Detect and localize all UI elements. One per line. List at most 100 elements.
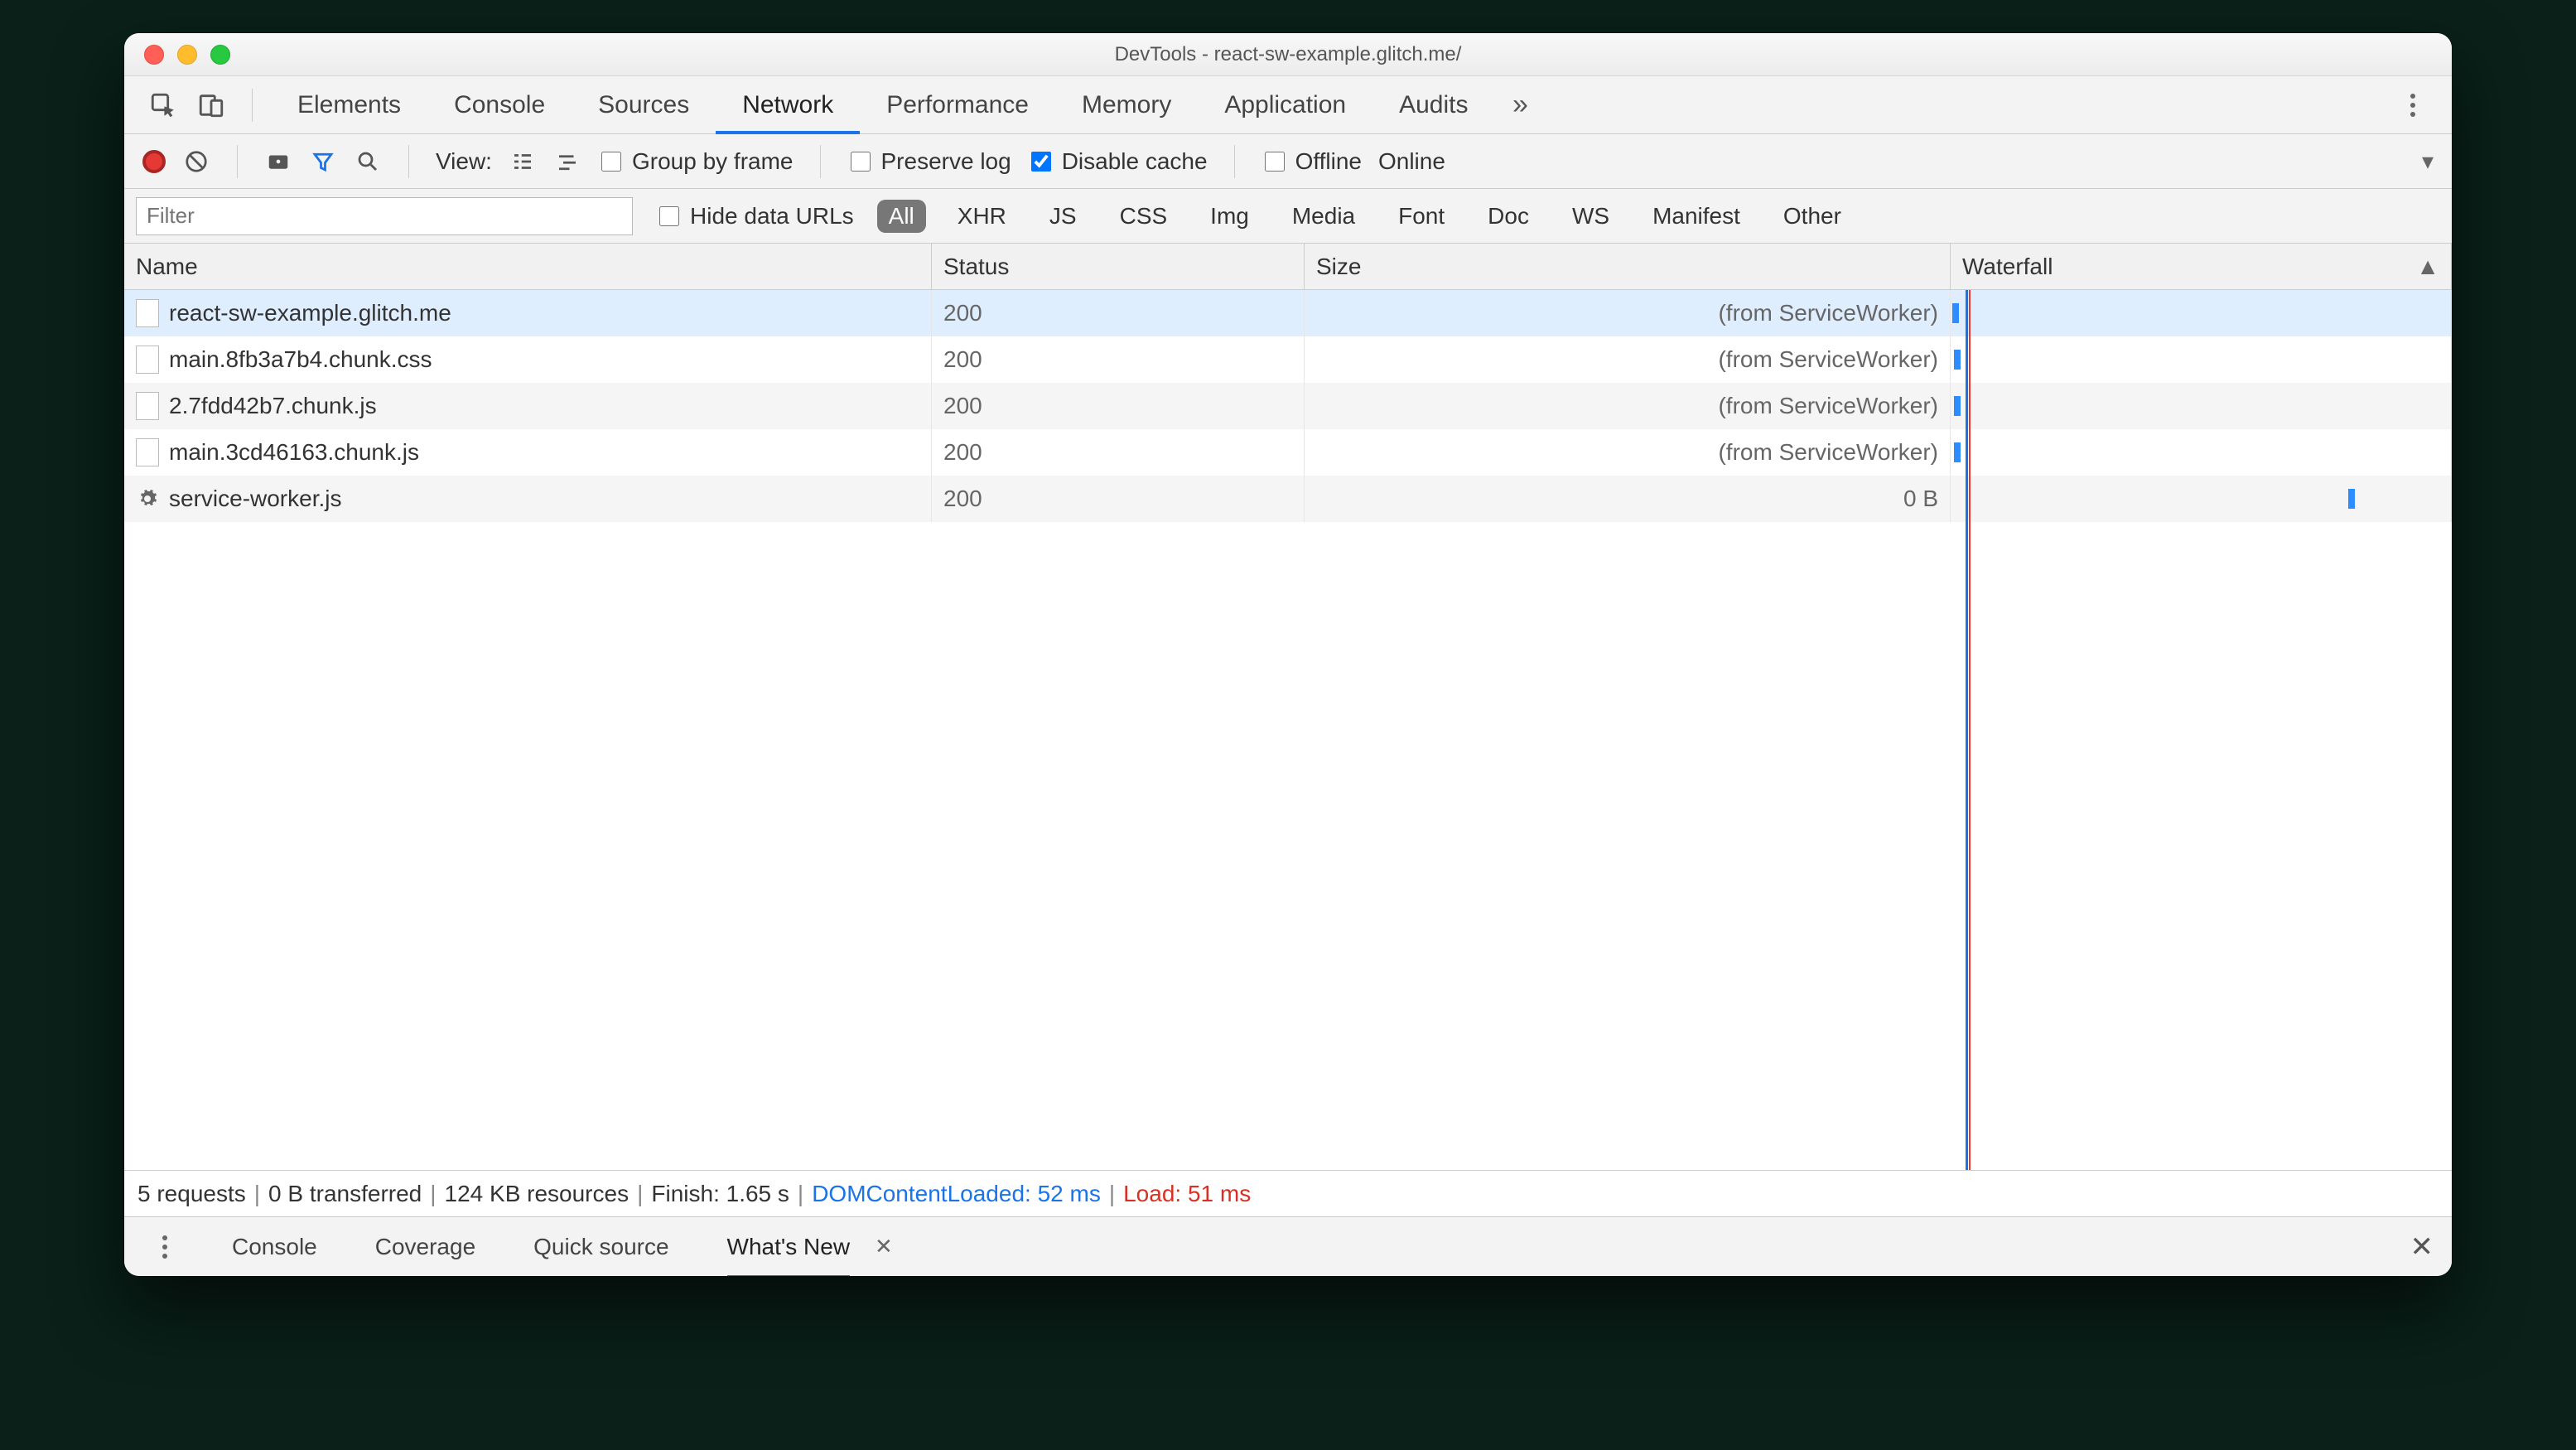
titlebar: DevTools - react-sw-example.glitch.me/ xyxy=(124,33,2452,76)
filter-type-css[interactable]: CSS xyxy=(1108,200,1179,233)
drawer-close-icon[interactable]: ✕ xyxy=(2410,1230,2434,1264)
tab-memory[interactable]: Memory xyxy=(1055,76,1198,134)
tab-performance[interactable]: Performance xyxy=(860,76,1055,134)
summary-bar: 5 requests| 0 B transferred| 124 KB reso… xyxy=(124,1170,2452,1216)
overview-icon[interactable] xyxy=(553,147,581,176)
col-status[interactable]: Status xyxy=(932,244,1305,289)
filter-type-font[interactable]: Font xyxy=(1387,200,1456,233)
tab-network[interactable]: Network xyxy=(716,76,860,134)
filter-type-other[interactable]: Other xyxy=(1772,200,1853,233)
main-tabstrip: ElementsConsoleSourcesNetworkPerformance… xyxy=(124,76,2452,134)
table-row[interactable]: service-worker.js 2000 B xyxy=(124,476,2452,522)
document-icon xyxy=(136,299,159,327)
tab-sources[interactable]: Sources xyxy=(572,76,716,134)
network-toolbar: View: Group by frame Preserve log Disabl… xyxy=(124,134,2452,189)
preserve-log-label: Preserve log xyxy=(881,148,1011,175)
offline-label: Offline xyxy=(1295,148,1362,175)
drawer-tab-quick-source[interactable]: Quick source xyxy=(533,1234,668,1260)
tab-elements[interactable]: Elements xyxy=(271,76,427,134)
sort-asc-icon: ▲ xyxy=(2416,254,2439,280)
summary-load: Load: 51 ms xyxy=(1123,1181,1251,1207)
drawer-tab-what-s-new[interactable]: What's New xyxy=(727,1234,851,1277)
filter-type-img[interactable]: Img xyxy=(1199,200,1261,233)
preserve-log-checkbox[interactable]: Preserve log xyxy=(847,148,1011,175)
table-row[interactable]: react-sw-example.glitch.me200(from Servi… xyxy=(124,290,2452,336)
request-waterfall xyxy=(1951,476,2452,522)
filter-type-manifest[interactable]: Manifest xyxy=(1641,200,1752,233)
document-icon xyxy=(136,346,159,374)
col-name[interactable]: Name xyxy=(124,244,932,289)
col-waterfall[interactable]: Waterfall▲ xyxy=(1951,244,2452,289)
large-rows-icon[interactable] xyxy=(509,147,537,176)
table-row[interactable]: 2.7fdd42b7.chunk.js 200(from ServiceWorke… xyxy=(124,383,2452,429)
close-tab-icon[interactable]: ✕ xyxy=(875,1234,893,1259)
request-table: react-sw-example.glitch.me200(from Servi… xyxy=(124,290,2452,1170)
summary-transferred: 0 B transferred xyxy=(268,1181,422,1207)
group-by-frame-label: Group by frame xyxy=(632,148,794,175)
tab-audits[interactable]: Audits xyxy=(1372,76,1494,134)
record-button[interactable] xyxy=(142,150,166,173)
gear-icon xyxy=(136,487,159,510)
drawer-tab-console[interactable]: Console xyxy=(232,1234,317,1260)
drawer-tab-coverage[interactable]: Coverage xyxy=(375,1234,475,1260)
disable-cache-checkbox[interactable]: Disable cache xyxy=(1028,148,1208,175)
filter-type-ws[interactable]: WS xyxy=(1561,200,1621,233)
document-icon xyxy=(136,438,159,466)
more-tabs-icon[interactable]: » xyxy=(1498,83,1542,128)
offline-checkbox[interactable]: Offline xyxy=(1261,148,1362,175)
online-label[interactable]: Online xyxy=(1378,148,1445,175)
filter-input[interactable] xyxy=(136,197,633,235)
col-size[interactable]: Size xyxy=(1305,244,1951,289)
drawer-tabstrip: Console Coverage Quick source What's New ✕ ✕ xyxy=(124,1216,2452,1276)
device-toolbar-icon[interactable] xyxy=(189,83,234,128)
filter-type-all[interactable]: All xyxy=(877,200,926,233)
table-row[interactable]: main.3cd46163.chunk.js 200(from ServiceWo… xyxy=(124,429,2452,476)
tab-console[interactable]: Console xyxy=(427,76,572,134)
document-icon xyxy=(136,392,159,420)
filter-type-xhr[interactable]: XHR xyxy=(946,200,1018,233)
window-title: DevTools - react-sw-example.glitch.me/ xyxy=(124,43,2452,66)
request-waterfall xyxy=(1951,336,2452,383)
request-size: (from ServiceWorker) xyxy=(1305,336,1951,383)
request-name: main.8fb3a7b4.chunk.css xyxy=(169,346,432,373)
clear-icon[interactable] xyxy=(182,147,210,176)
devtools-window: DevTools - react-sw-example.glitch.me/ E… xyxy=(124,33,2452,1276)
request-name: main.3cd46163.chunk.js xyxy=(169,439,419,466)
request-size: 0 B xyxy=(1305,476,1951,522)
request-name: 2.7fdd42b7.chunk.js xyxy=(169,393,377,419)
summary-resources: 124 KB resources xyxy=(445,1181,630,1207)
request-name: react-sw-example.glitch.me xyxy=(169,300,451,326)
search-icon[interactable] xyxy=(354,147,382,176)
request-size: (from ServiceWorker) xyxy=(1305,290,1951,336)
table-row[interactable]: main.8fb3a7b4.chunk.css 200(from ServiceW… xyxy=(124,336,2452,383)
view-label: View: xyxy=(436,148,492,175)
request-waterfall xyxy=(1951,290,2452,336)
filter-type-js[interactable]: JS xyxy=(1038,200,1088,233)
filter-bar: Hide data URLs All XHR JS CSS Img Media Font Do… xyxy=(124,189,2452,244)
request-status: 200 xyxy=(932,336,1305,383)
request-status: 200 xyxy=(932,429,1305,476)
throttling-dropdown-icon[interactable]: ▾ xyxy=(2422,147,2434,175)
filter-type-doc[interactable]: Doc xyxy=(1476,200,1541,233)
summary-requests: 5 requests xyxy=(137,1181,246,1207)
request-waterfall xyxy=(1951,383,2452,429)
request-size: (from ServiceWorker) xyxy=(1305,383,1951,429)
drawer-menu-icon[interactable] xyxy=(142,1225,187,1269)
filter-icon[interactable] xyxy=(309,147,337,176)
summary-dcl: DOMContentLoaded: 52 ms xyxy=(812,1181,1101,1207)
request-size: (from ServiceWorker) xyxy=(1305,429,1951,476)
settings-menu-icon[interactable] xyxy=(2390,83,2435,128)
capture-screenshots-icon[interactable] xyxy=(264,147,292,176)
request-status: 200 xyxy=(932,383,1305,429)
request-name: service-worker.js xyxy=(169,486,341,512)
group-by-frame-checkbox[interactable]: Group by frame xyxy=(598,148,794,175)
table-header: Name Status Size Waterfall▲ xyxy=(124,244,2452,290)
request-status: 200 xyxy=(932,476,1305,522)
disable-cache-label: Disable cache xyxy=(1062,148,1208,175)
filter-type-media[interactable]: Media xyxy=(1281,200,1367,233)
hide-data-urls-checkbox[interactable]: Hide data URLs xyxy=(656,203,854,230)
summary-finish: Finish: 1.65 s xyxy=(651,1181,789,1207)
request-waterfall xyxy=(1951,429,2452,476)
tab-application[interactable]: Application xyxy=(1198,76,1372,134)
inspect-element-icon[interactable] xyxy=(141,83,186,128)
